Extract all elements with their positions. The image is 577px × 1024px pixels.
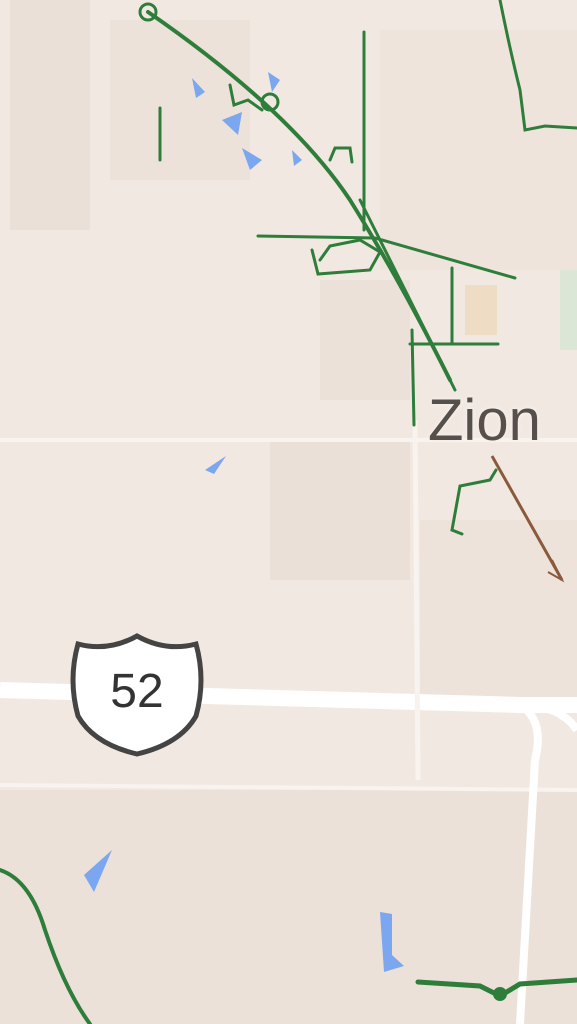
field-patch [465, 285, 497, 335]
map-canvas[interactable] [0, 0, 577, 1024]
us-highway-shield-icon[interactable]: 52 [68, 630, 206, 758]
land-patch [320, 280, 410, 400]
land-areas [0, 0, 577, 1024]
land-patch [10, 0, 90, 230]
map-view[interactable]: Zion 52 [0, 0, 577, 1024]
land-patch [270, 440, 410, 580]
land-patch [110, 20, 250, 180]
place-label-zion[interactable]: Zion [428, 392, 541, 450]
minor-road [412, 419, 421, 781]
route-number: 52 [110, 665, 164, 718]
park-patch [560, 270, 577, 350]
trail-segment [410, 328, 416, 427]
trail-node [493, 987, 507, 1001]
land-patch [420, 520, 577, 700]
land-patch [380, 30, 577, 270]
